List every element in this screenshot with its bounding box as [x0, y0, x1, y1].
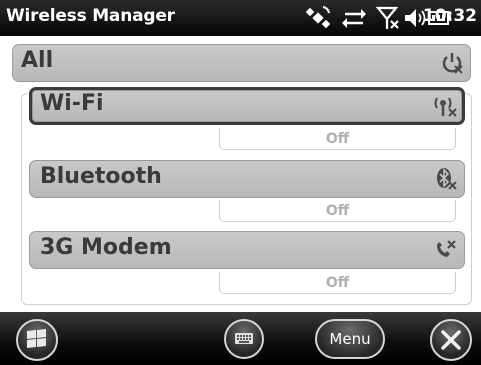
- wifi-disabled-icon: [434, 94, 458, 118]
- no-signal-icon[interactable]: [374, 4, 402, 32]
- modem-status-text: Off: [325, 275, 350, 291]
- app-title: Wireless Manager: [6, 6, 175, 26]
- wireless-list: All Wi-Fi Off Bluetooth Off 3G Modem Off: [0, 36, 481, 312]
- windows-start-icon[interactable]: [16, 319, 58, 361]
- title-bar: Wireless Manager 10:32: [0, 0, 481, 36]
- gps-icon[interactable]: [302, 4, 334, 32]
- connectivity-icon[interactable]: [338, 4, 370, 32]
- keyboard-icon[interactable]: [224, 319, 264, 359]
- bluetooth-status[interactable]: Off: [219, 200, 456, 222]
- bluetooth-disabled-icon: [434, 167, 458, 191]
- bluetooth-toggle-bar[interactable]: Bluetooth: [29, 160, 465, 198]
- bluetooth-label: Bluetooth: [40, 164, 162, 189]
- bottom-bar: Menu: [0, 312, 481, 365]
- wifi-toggle-bar[interactable]: Wi-Fi: [29, 87, 465, 125]
- modem-status[interactable]: Off: [219, 272, 456, 294]
- wifi-status-text: Off: [325, 131, 350, 147]
- bluetooth-status-text: Off: [325, 203, 350, 219]
- all-label: All: [21, 48, 54, 73]
- wifi-label: Wi-Fi: [40, 91, 104, 116]
- power-icon: [440, 51, 464, 75]
- modem-label: 3G Modem: [40, 235, 172, 260]
- wifi-status[interactable]: Off: [219, 128, 456, 150]
- phone-disabled-icon: [434, 238, 458, 262]
- modem-toggle-bar[interactable]: 3G Modem: [29, 231, 465, 269]
- clock[interactable]: 10:32: [423, 6, 477, 26]
- menu-button[interactable]: Menu: [315, 319, 385, 359]
- close-icon[interactable]: [430, 319, 472, 361]
- all-toggle-bar[interactable]: All: [12, 44, 471, 82]
